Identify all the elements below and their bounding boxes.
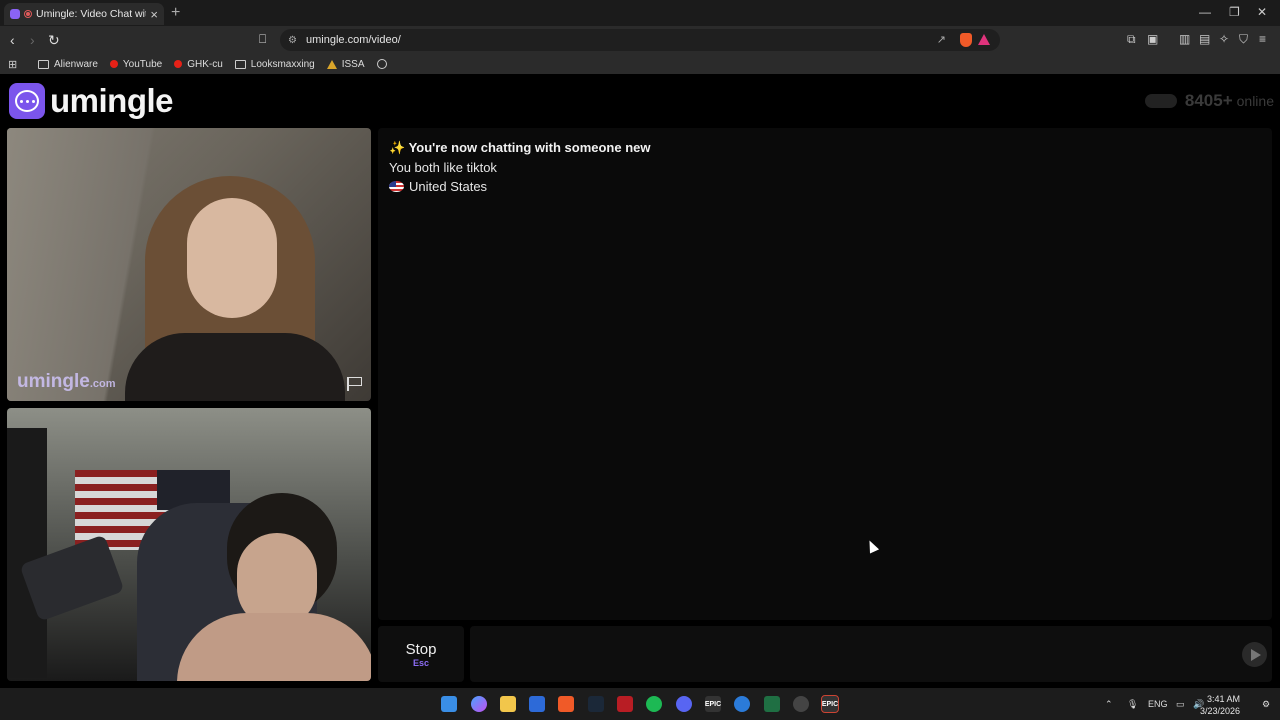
umingle-favicon-icon xyxy=(10,9,20,19)
url-text: umingle.com/video/ xyxy=(306,34,401,46)
clock-time: 3:41 AM xyxy=(1206,694,1240,704)
brave-browser-icon[interactable] xyxy=(558,696,574,712)
excel-icon[interactable] xyxy=(764,696,780,712)
copilot-icon[interactable] xyxy=(471,696,487,712)
file-explorer-icon[interactable] xyxy=(500,696,516,712)
issa-logo-icon xyxy=(326,59,337,69)
bookmark-youtube[interactable]: YouTube xyxy=(109,58,163,70)
notifications-icon[interactable]: ⚙ xyxy=(1262,699,1270,710)
chat-bubble-logo-icon xyxy=(9,83,45,119)
youtube-icon xyxy=(174,60,183,68)
reload-icon[interactable]: ↻ xyxy=(48,32,60,49)
bookmark-issa[interactable]: ISSA xyxy=(326,58,365,70)
restore-icon[interactable]: ❐ xyxy=(1229,5,1240,19)
stranger-video: umingle.com xyxy=(7,128,371,401)
stop-shortcut: Esc xyxy=(412,657,429,668)
address-bar[interactable]: ⚙ umingle.com/video/ ↗ xyxy=(280,29,1000,51)
windows-taskbar: EPIC EPIC ⌃ 🎙 ENG ▭ 🔊 3:41 AM 3/23/2026 … xyxy=(0,688,1280,720)
stranger-face xyxy=(187,198,277,318)
globe-icon xyxy=(376,59,387,69)
brave-shields-icon[interactable] xyxy=(960,33,972,47)
steam-icon[interactable] xyxy=(588,696,604,712)
tab-title: Umingle: Video Chat with Stra xyxy=(36,8,146,20)
message-input[interactable] xyxy=(480,640,1220,668)
shelf-left xyxy=(7,428,47,678)
watermark-suffix: .com xyxy=(89,378,116,390)
edge-icon[interactable] xyxy=(734,696,750,712)
spotify-icon[interactable] xyxy=(646,696,662,712)
back-arrow-icon[interactable]: ‹ xyxy=(10,32,15,48)
chat-panel: ✨ You're now chatting with someone new Y… xyxy=(378,128,1272,620)
browser-tab-umingle[interactable]: Umingle: Video Chat with Stra × xyxy=(4,3,164,25)
clock-date: 3/23/2026 xyxy=(1199,706,1240,716)
new-partner-message: ✨ You're now chatting with someone new xyxy=(389,140,651,155)
site-settings-icon[interactable]: ⚙ xyxy=(288,35,306,46)
bookmark-label: Alienware xyxy=(54,58,98,70)
epic-launcher-icon[interactable]: EPIC xyxy=(821,695,839,713)
extensions-icon[interactable]: ⧉ xyxy=(1127,32,1136,47)
common-interest-message: You both like tiktok xyxy=(389,160,497,175)
recording-indicator-icon xyxy=(24,10,32,18)
send-arrow-icon[interactable] xyxy=(1242,642,1267,667)
self-video xyxy=(7,408,371,681)
report-flag-icon[interactable] xyxy=(347,377,363,391)
bookmark-label: GHK-cu xyxy=(187,58,223,70)
show-hidden-icons-icon[interactable]: ⌃ xyxy=(1105,699,1113,710)
online-toggle xyxy=(1144,94,1177,108)
folder-icon xyxy=(234,59,246,69)
folder-icon xyxy=(38,59,49,69)
close-tab-icon[interactable]: × xyxy=(150,7,158,22)
taskbar-clock[interactable]: 3:41 AM 3/23/2026 xyxy=(1200,693,1240,717)
umingle-page: umingle 8405+ online umingle.com ✨ You'r… xyxy=(0,75,1280,686)
browser-toolbar: ‹ › ↻ ⎕ ⚙ umingle.com/video/ ↗ ⧉ ▣ ▥ ▤ ✧… xyxy=(0,26,1280,54)
watermark-text: umingle xyxy=(17,371,90,392)
site-logo[interactable]: umingle xyxy=(9,82,174,120)
network-icon[interactable]: ▭ xyxy=(1176,699,1185,710)
menu-icon[interactable]: ≡ xyxy=(1259,32,1266,46)
close-window-icon[interactable]: ✕ xyxy=(1257,5,1267,19)
bookmark-icon[interactable]: ⎕ xyxy=(259,32,266,47)
bookmark-label: ISSA xyxy=(341,58,365,70)
logo-text: umingle xyxy=(50,82,174,119)
online-counter: 8405+ online xyxy=(1144,91,1274,111)
share-icon[interactable]: ↗ xyxy=(937,33,946,46)
leo-ai-icon[interactable]: ✧ xyxy=(1219,32,1229,46)
epic-games-icon[interactable]: EPIC xyxy=(705,696,721,712)
vpn-shield-icon[interactable]: ⛉ xyxy=(1239,32,1248,47)
tab-search-icon[interactable]: ▤ xyxy=(1199,32,1210,46)
microsoft-store-icon[interactable] xyxy=(529,696,545,712)
language-indicator[interactable]: ENG xyxy=(1148,699,1168,709)
online-count: 8405+ xyxy=(1184,91,1233,110)
new-tab-button[interactable]: + xyxy=(171,4,180,22)
us-flag-icon xyxy=(389,181,404,192)
tab-strip: Umingle: Video Chat with Stra × + — ❐ ✕ xyxy=(0,0,1280,26)
umingle-watermark: umingle.com xyxy=(17,371,116,393)
wallet-icon[interactable]: ▣ xyxy=(1147,32,1158,46)
minimize-icon[interactable]: — xyxy=(1199,5,1211,19)
brave-rewards-icon[interactable] xyxy=(978,34,990,45)
bookmark-alienware[interactable]: Alienware xyxy=(38,59,98,70)
message-composer xyxy=(470,626,1272,682)
youtube-icon xyxy=(109,60,118,68)
stop-label: Stop xyxy=(405,640,437,658)
stranger-shoulders xyxy=(125,333,345,401)
sidebar-icon[interactable]: ▥ xyxy=(1179,32,1190,46)
game-launcher-icon[interactable] xyxy=(617,696,633,712)
microphone-icon[interactable]: 🎙 xyxy=(1127,699,1138,710)
bookmark-globe[interactable] xyxy=(376,59,392,69)
partner-country: United States xyxy=(389,179,1261,194)
stop-button[interactable]: Stop Esc xyxy=(378,626,464,682)
country-name: United States xyxy=(409,179,488,194)
forward-arrow-icon[interactable]: › xyxy=(30,32,35,48)
app-icon[interactable] xyxy=(793,696,809,712)
apps-grid-icon[interactable]: ⊞ xyxy=(8,58,22,71)
bookmark-label: YouTube xyxy=(122,58,163,70)
online-label: online xyxy=(1236,93,1274,109)
bookmark-ghk-cu[interactable]: GHK-cu xyxy=(174,59,223,70)
bookmark-label: Looksmaxxing xyxy=(250,58,315,70)
bookmarks-bar: ⊞ Alienware YouTube GHK-cu Looksmaxxing … xyxy=(0,54,1280,74)
windows-start-icon[interactable] xyxy=(441,696,457,712)
discord-icon[interactable] xyxy=(676,696,692,712)
bookmark-looksmaxxing[interactable]: Looksmaxxing xyxy=(234,58,315,70)
